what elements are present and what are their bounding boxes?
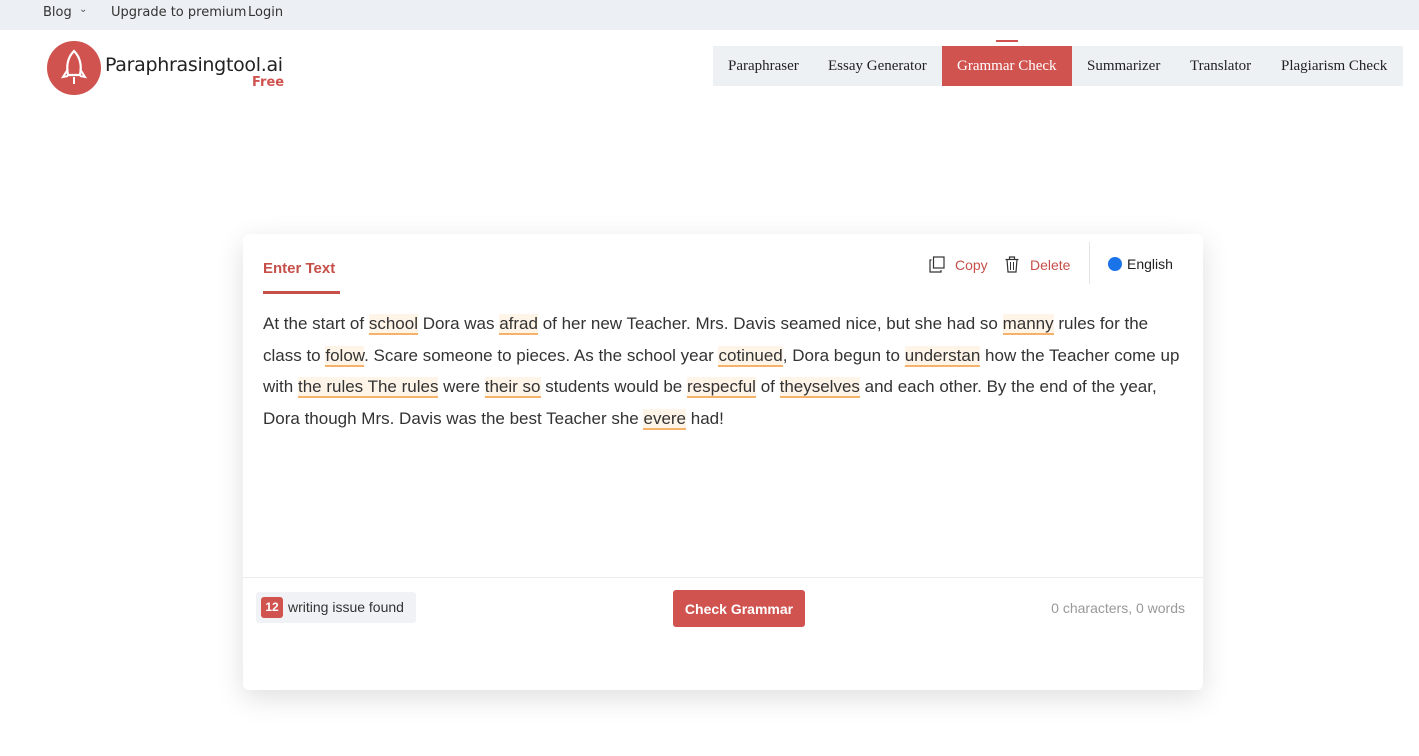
grammar-error-highlight[interactable]: their so [484, 377, 541, 398]
language-dot-icon[interactable] [1108, 257, 1122, 271]
chevron-down-icon[interactable]: ⌄ [79, 4, 87, 15]
copy-icon [929, 256, 945, 273]
top-bar: Blog ⌄ Upgrade to premium Login [0, 0, 1419, 30]
grammar-error-highlight[interactable]: understan [904, 345, 981, 367]
toolbar-divider [1089, 242, 1090, 284]
grammar-error-highlight[interactable]: the rules The rules [297, 377, 439, 398]
nav-grammar-check[interactable]: Grammar Check [942, 46, 1072, 86]
editor-text-segment: Dora was [417, 314, 500, 333]
character-word-counter: 0 characters, 0 words [1051, 600, 1185, 616]
delete-label: Delete [1030, 257, 1071, 273]
nav-active-marker [996, 40, 1018, 42]
main-nav: Paraphraser Essay Generator Grammar Chec… [713, 46, 1403, 86]
editor-text-segment: At the start of [263, 314, 369, 333]
logo-name[interactable]: Paraphrasingtool.ai [105, 54, 283, 76]
logo-rocket-icon[interactable] [47, 41, 101, 95]
editor-text-segment: had! [686, 408, 724, 428]
editor-text-segment: of her new Teacher. Mrs. Davis seamed ni… [537, 314, 1003, 333]
nav-plagiarism-check[interactable]: Plagiarism Check [1266, 46, 1402, 86]
nav-essay-generator[interactable]: Essay Generator [813, 46, 942, 86]
grammar-error-highlight[interactable]: afrad [499, 314, 538, 335]
grammar-error-highlight[interactable]: manny [1002, 314, 1054, 335]
issue-count: 12 [261, 597, 283, 618]
language-selector[interactable]: English [1127, 256, 1173, 272]
tab-enter-text[interactable]: Enter Text [263, 260, 335, 277]
grammar-error-highlight[interactable]: evere [643, 408, 687, 430]
grammar-error-highlight[interactable]: school [368, 314, 418, 335]
grammar-check-card: Enter Text Copy Delete English At the st… [243, 234, 1203, 690]
logo-free-tag: Free [252, 75, 285, 90]
nav-summarizer[interactable]: Summarizer [1072, 46, 1175, 86]
nav-translator[interactable]: Translator [1175, 46, 1266, 86]
issues-badge[interactable]: 12 writing issue found [256, 592, 416, 623]
grammar-error-highlight[interactable]: folow [325, 345, 365, 367]
footer-divider [243, 577, 1203, 578]
check-grammar-button[interactable]: Check Grammar [673, 590, 805, 627]
issue-label: writing issue found [288, 599, 404, 615]
upgrade-link[interactable]: Upgrade to premium [111, 5, 246, 20]
editor-text-segment: were [438, 377, 485, 396]
editor-text-segment: . Scare someone to pieces. As the school… [364, 345, 719, 365]
trash-icon [1005, 256, 1019, 273]
text-editor[interactable]: At the start of school Dora was afrad of… [263, 308, 1183, 434]
login-link[interactable]: Login [248, 5, 283, 20]
blog-link[interactable]: Blog [43, 5, 72, 20]
grammar-error-highlight[interactable]: respecful [686, 377, 756, 398]
grammar-error-highlight[interactable]: cotinued [718, 345, 783, 367]
editor-text-segment: of [755, 377, 780, 396]
editor-text-segment: , Dora begun to [782, 345, 905, 365]
tab-underline [263, 291, 340, 294]
nav-paraphraser[interactable]: Paraphraser [713, 46, 814, 86]
editor-text-segment: students would be [540, 377, 687, 396]
grammar-error-highlight[interactable]: theyselves [779, 377, 860, 398]
copy-label: Copy [955, 257, 988, 273]
